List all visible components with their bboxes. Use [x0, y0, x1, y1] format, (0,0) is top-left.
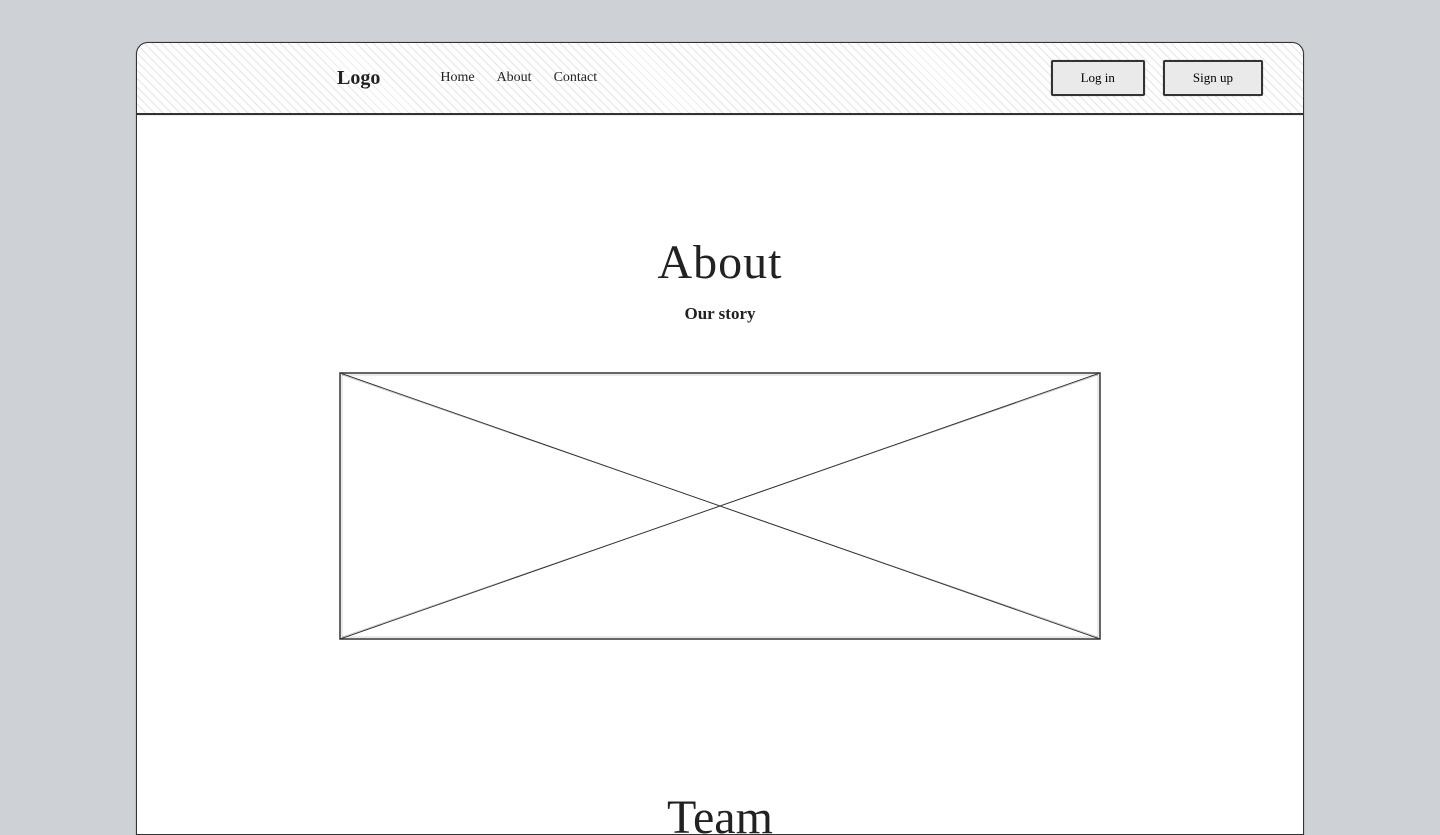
main-content: About Our story Team: [137, 115, 1303, 835]
logo[interactable]: Logo: [337, 67, 380, 90]
team-heading: Team: [137, 790, 1303, 835]
nav-link-about[interactable]: About: [497, 70, 532, 86]
signup-button[interactable]: Sign up: [1163, 60, 1263, 96]
nav-link-contact[interactable]: Contact: [554, 70, 598, 86]
primary-nav: Home About Contact: [440, 70, 597, 86]
hero-image-placeholder: [339, 372, 1101, 640]
nav-link-home[interactable]: Home: [440, 70, 474, 86]
about-heading: About: [137, 235, 1303, 290]
about-subheading: Our story: [137, 304, 1303, 324]
auth-buttons: Log in Sign up: [1051, 60, 1263, 96]
header-bar: Logo Home About Contact Log in Sign up: [137, 43, 1303, 115]
image-placeholder-icon: [339, 372, 1101, 640]
login-button[interactable]: Log in: [1051, 60, 1145, 96]
page-frame: Logo Home About Contact Log in Sign up A…: [136, 42, 1304, 835]
